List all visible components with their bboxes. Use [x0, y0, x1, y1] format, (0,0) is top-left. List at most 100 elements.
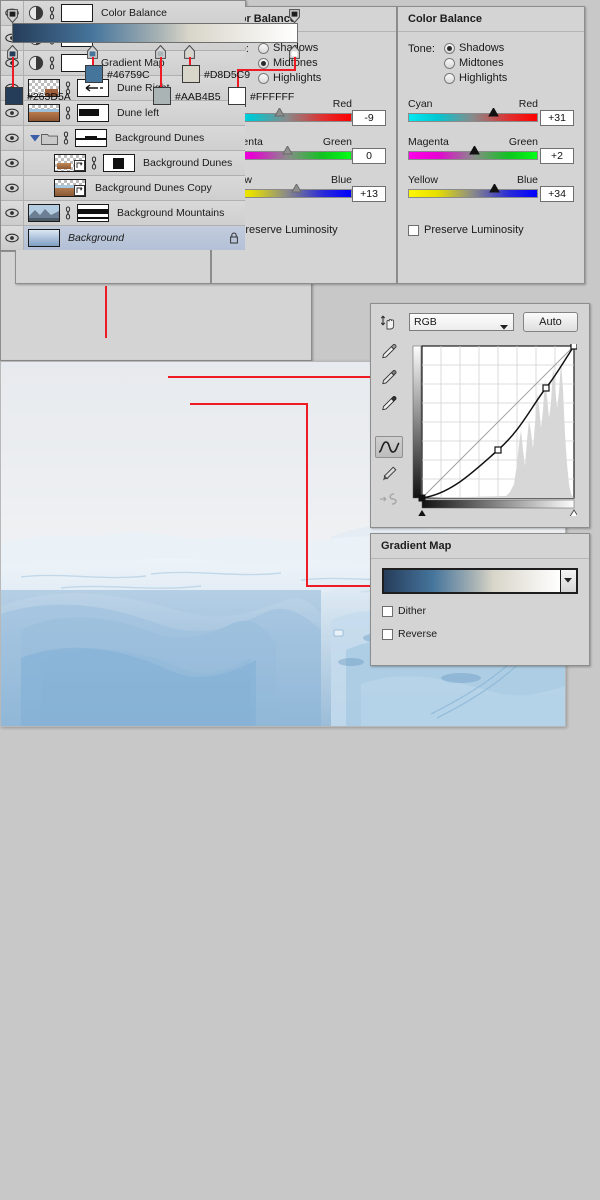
layer-mask-thumbnail[interactable]	[77, 104, 109, 122]
gradient-ramp-bar[interactable]	[12, 23, 298, 43]
slider-thumb[interactable]	[468, 146, 480, 155]
layer-mask-thumbnail[interactable]	[77, 204, 109, 222]
gradient-preview-swatch[interactable]	[384, 570, 560, 592]
white-point-eyedropper-icon[interactable]	[375, 340, 403, 362]
eye-icon	[5, 183, 19, 193]
layer-thumbnail[interactable]	[28, 104, 60, 122]
slider-cyan-red[interactable]: Cyan Red +31	[408, 98, 574, 126]
layer-mask-thumbnail[interactable]	[103, 154, 135, 172]
tone-selector[interactable]: Tone: Shadows Midtones Highlights	[408, 42, 574, 84]
color-stop-swatch[interactable]	[182, 65, 200, 83]
smart-object-badge-icon	[74, 185, 85, 196]
layer-visibility-toggle[interactable]	[1, 126, 24, 150]
curves-graph[interactable]	[411, 342, 580, 519]
curves-toolbar[interactable]	[375, 312, 405, 510]
color-stop-swatch[interactable]	[85, 65, 103, 83]
color-stop-hex: #FFFFFF	[250, 91, 295, 103]
slider-value[interactable]: +34	[540, 186, 574, 202]
link-mask-icon[interactable]	[47, 56, 57, 70]
radio-shadows[interactable]: Shadows	[444, 42, 507, 54]
slider-thumb[interactable]	[487, 108, 499, 117]
layer-thumbnail[interactable]	[28, 204, 60, 222]
curve-point-tool-icon[interactable]	[375, 436, 403, 458]
slider-value[interactable]: +31	[540, 110, 574, 126]
color-stop-swatch[interactable]	[228, 87, 246, 105]
radio-midtones[interactable]: Midtones	[444, 57, 507, 69]
slider-value[interactable]: -9	[352, 110, 386, 126]
preserve-luminosity-checkbox[interactable]: Preserve Luminosity	[222, 224, 386, 236]
radio-highlights[interactable]: Highlights	[444, 72, 507, 84]
layer-thumbnail[interactable]	[28, 229, 60, 247]
color-stop-hex: #D8D5C9	[204, 69, 251, 81]
on-image-adjust-icon[interactable]	[375, 312, 403, 334]
adjustment-layer-icon	[28, 5, 44, 21]
layer-row-group[interactable]: Background Dunes	[1, 126, 245, 151]
gradient-preset-dropdown[interactable]	[560, 570, 576, 592]
radio-midtones-icon	[258, 57, 269, 69]
color-balance-panel-shadows[interactable]: Color Balance Tone: Shadows Midtones Hig…	[397, 6, 585, 284]
slider-magenta-green[interactable]: Magenta Green +2	[408, 136, 574, 164]
slider-yellow-blue[interactable]: YellowBlue +13	[222, 174, 386, 202]
layer-visibility-toggle[interactable]	[1, 176, 24, 200]
layer-mask-thumbnail[interactable]	[75, 129, 107, 147]
layer-row[interactable]: Dune left	[1, 101, 245, 126]
layer-row[interactable]: Background Mountains	[1, 201, 245, 226]
link-mask-icon[interactable]	[63, 206, 73, 220]
color-stop-hex: #46759C	[107, 69, 150, 81]
slider-track[interactable]	[408, 113, 538, 122]
slider-thumb[interactable]	[488, 184, 500, 193]
color-stop-swatch[interactable]	[5, 87, 23, 105]
link-mask-icon[interactable]	[61, 131, 71, 145]
radio-midtones-label: Midtones	[459, 57, 504, 69]
slider-thumb[interactable]	[281, 146, 293, 155]
preserve-luminosity-checkbox[interactable]: Preserve Luminosity	[408, 224, 574, 236]
layer-name: Background Dunes Copy	[95, 182, 212, 194]
gradient-preview-control[interactable]	[382, 568, 578, 594]
auto-button[interactable]: Auto	[523, 312, 578, 332]
slider-cyan-red[interactable]: CyanRed -9	[222, 98, 386, 126]
slider-value[interactable]: +2	[540, 148, 574, 164]
annotation-line-gradient-map-v	[306, 403, 308, 587]
curves-panel[interactable]: RGB Auto	[370, 303, 590, 528]
slider-left-label: Cyan	[408, 98, 433, 110]
reverse-checkbox[interactable]: Reverse	[382, 628, 578, 640]
layer-name: Dune left	[117, 107, 160, 119]
layer-visibility-toggle[interactable]	[1, 151, 24, 175]
layer-thumbnail[interactable]	[54, 154, 86, 172]
group-disclosure-triangle-icon[interactable]	[28, 134, 41, 142]
dither-checkbox[interactable]: Dither	[382, 605, 578, 617]
layer-row[interactable]: Background Dunes Copy	[1, 176, 245, 201]
gray-point-eyedropper-icon[interactable]	[375, 366, 403, 388]
link-mask-icon[interactable]	[63, 106, 73, 120]
link-mask-icon[interactable]	[89, 156, 99, 170]
layer-visibility-toggle[interactable]	[1, 201, 24, 225]
layer-visibility-toggle[interactable]	[1, 226, 24, 250]
curves-channel-select[interactable]: RGB	[409, 313, 514, 331]
radio-highlights-icon	[444, 72, 455, 84]
slider-magenta-green[interactable]: MagentaGreen 0	[222, 136, 386, 164]
smooth-curve-icon[interactable]	[375, 488, 403, 510]
gradient-opacity-stop[interactable]	[289, 9, 300, 24]
eye-icon	[5, 108, 19, 118]
color-stop-hex: #263D5A	[27, 91, 71, 103]
slider-value[interactable]: +13	[352, 186, 386, 202]
slider-yellow-blue[interactable]: Yellow Blue +34	[408, 174, 574, 202]
layer-row[interactable]: Background Dunes	[1, 151, 245, 176]
layer-thumbnail[interactable]	[54, 179, 86, 197]
slider-thumb[interactable]	[290, 184, 302, 193]
annotation-line-curves	[168, 376, 370, 378]
layer-mask-thumbnail[interactable]	[61, 4, 93, 22]
panel-title: Gradient Map	[371, 534, 589, 559]
gradient-opacity-stop[interactable]	[7, 9, 18, 24]
pencil-tool-icon[interactable]	[375, 463, 403, 485]
black-point-eyedropper-icon[interactable]	[375, 392, 403, 414]
slider-value[interactable]: 0	[352, 148, 386, 164]
gradient-map-panel[interactable]: Gradient Map Dither Reverse	[370, 533, 590, 666]
eye-icon	[5, 158, 19, 168]
slider-track[interactable]	[408, 189, 538, 198]
color-stop-swatch[interactable]	[153, 87, 171, 105]
layer-row-background[interactable]: Background	[1, 226, 245, 250]
slider-thumb[interactable]	[273, 108, 285, 117]
radio-highlights[interactable]: Highlights	[258, 72, 321, 84]
link-mask-icon[interactable]	[47, 6, 57, 20]
